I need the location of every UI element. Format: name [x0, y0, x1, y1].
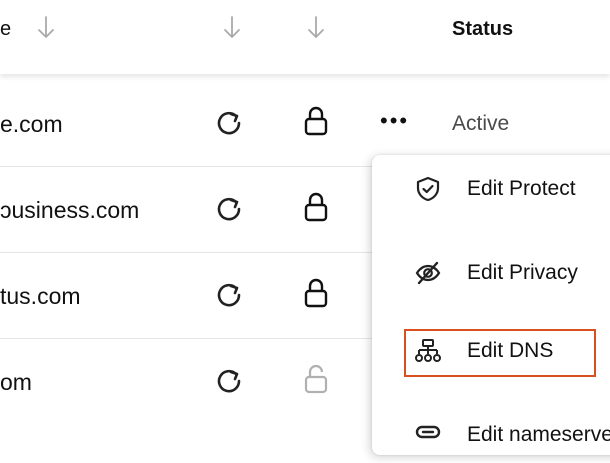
- auto-renew-icon[interactable]: [214, 194, 244, 224]
- menu-item-label: Edit nameservers: [467, 423, 610, 446]
- menu-item-label: Edit DNS: [467, 339, 554, 362]
- menu-item-edit-privacy[interactable]: Edit Privacy: [372, 245, 610, 301]
- domain-name[interactable]: om: [0, 369, 32, 396]
- more-actions-button[interactable]: •••: [380, 110, 409, 132]
- unlock-icon[interactable]: [303, 363, 329, 395]
- menu-item-edit-dns[interactable]: Edit DNS: [372, 323, 610, 379]
- sort-arrow-down-icon[interactable]: [36, 15, 56, 41]
- menu-item-label: Edit Privacy: [467, 261, 578, 284]
- sort-arrow-down-icon[interactable]: [222, 15, 242, 41]
- menu-item-label: Edit Protect: [467, 177, 576, 200]
- domain-column-header[interactable]: e: [0, 18, 11, 41]
- sort-arrow-down-icon[interactable]: [306, 15, 326, 41]
- lock-icon[interactable]: [303, 105, 329, 137]
- menu-item-edit-protection[interactable]: Edit Protect: [372, 161, 610, 217]
- eye-slash-icon: [415, 261, 441, 285]
- auto-renew-icon[interactable]: [214, 280, 244, 310]
- status-column-header[interactable]: Status: [452, 18, 513, 41]
- table-header: e Status: [0, 0, 610, 74]
- lock-icon[interactable]: [303, 191, 329, 223]
- domain-name[interactable]: ɔusiness.com: [0, 197, 139, 224]
- menu-item-edit-nameservers[interactable]: Edit nameservers: [372, 407, 610, 463]
- domain-actions-menu: Edit Protect Edit Privacy Edit DNS Edit …: [372, 155, 610, 455]
- domain-name[interactable]: e.com: [0, 111, 63, 138]
- server-icon: [415, 425, 441, 439]
- auto-renew-icon[interactable]: [214, 366, 244, 396]
- lock-icon[interactable]: [303, 277, 329, 309]
- network-icon: [415, 339, 441, 362]
- auto-renew-icon[interactable]: [214, 108, 244, 138]
- shield-check-icon: [416, 176, 440, 202]
- domain-name[interactable]: tus.com: [0, 283, 81, 310]
- status-badge: Active: [452, 112, 510, 135]
